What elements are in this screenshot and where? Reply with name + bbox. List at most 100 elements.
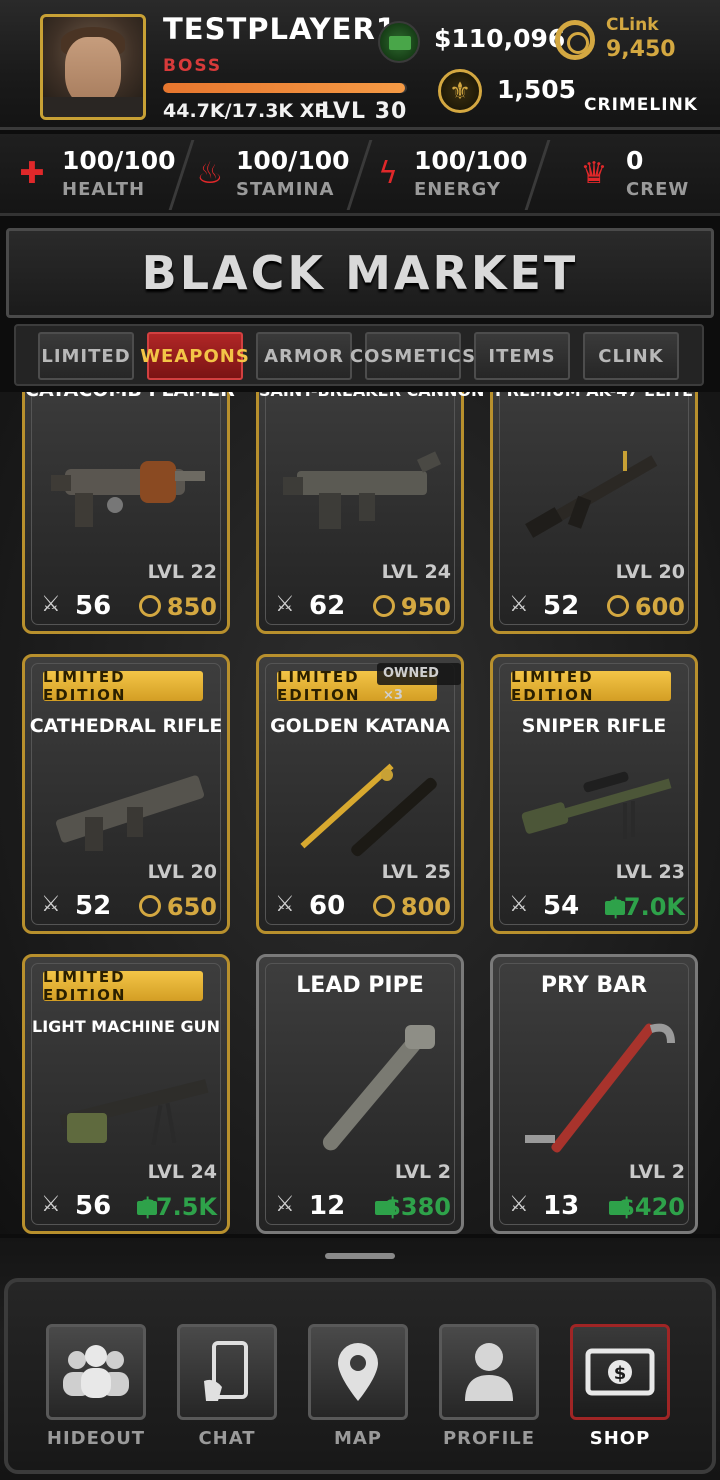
stat-value: 100/100 [414, 146, 528, 175]
nav-label: CHAT [198, 1428, 256, 1449]
item-name: PRY BAR [540, 973, 648, 998]
bottom-nav: HIDEOUT CHAT MAP PROFILE $ SHOP [0, 1238, 720, 1480]
item-price: 600 [634, 593, 685, 621]
stat-value: 100/100 [62, 146, 176, 175]
pipe-icon [322, 1025, 435, 1151]
clink-coin-icon [607, 595, 629, 617]
owned-count-badge: OWNED ×3 [377, 663, 461, 703]
crossed-swords-icon: ⚔ [509, 892, 529, 917]
rifle-icon [56, 775, 204, 851]
flame-icon: ♨ [196, 156, 224, 191]
item-level: LVL 24 [147, 1161, 217, 1183]
xp-progress-bar [163, 83, 407, 93]
item-card-saint-breaker-cannon[interactable]: SAINT-BREAKER CANNON LVL 24 ⚔ 62 950 [256, 392, 484, 634]
stat-value: 100/100 [236, 146, 350, 175]
xp-progress-fill [163, 83, 405, 93]
tab-weapons[interactable]: WEAPONS [140, 332, 249, 380]
health-cross-icon: ✚ [19, 156, 45, 191]
clink-coin-icon [373, 895, 395, 917]
tab-limited[interactable]: LIMITED [38, 332, 134, 380]
sniper-rifle-icon [521, 771, 672, 839]
player-name: TESTPLAYER1 [163, 12, 397, 46]
nav-hideout[interactable]: HIDEOUT [46, 1324, 150, 1474]
nav-button-box [439, 1324, 539, 1420]
tab-cosmetics[interactable]: COSMETICS [350, 332, 475, 380]
cannon-rifle-icon [283, 451, 442, 529]
item-price: 650 [166, 893, 217, 921]
item-level: LVL 2 [628, 1161, 685, 1183]
item-card-light-machine-gun[interactable]: LIMITED EDITION LIGHT MACHINE GUN LVL 24… [22, 954, 230, 1234]
item-name: CATHEDRAL RIFLE [29, 715, 223, 737]
flamethrower-icon [51, 461, 205, 527]
svg-text:$: $ [614, 1363, 627, 1384]
lightning-icon: ϟ [378, 156, 398, 191]
item-attack: 56 [75, 591, 112, 621]
stat-label: HEALTH [62, 179, 146, 200]
nav-shop[interactable]: $ SHOP [570, 1324, 674, 1474]
item-card-catacomb-flamer[interactable]: CATACOMB FLAMER LVL 22 ⚔ 56 850 [22, 392, 235, 634]
tab-items[interactable]: ITEMS [474, 332, 570, 380]
page-title: BLACK MARKET [141, 246, 579, 300]
assault-rifle-icon [525, 451, 658, 538]
crossed-swords-icon: ⚔ [275, 592, 295, 617]
item-attack: 56 [75, 1191, 112, 1221]
item-attack: 52 [75, 891, 112, 921]
item-card-lead-pipe[interactable]: LEAD PIPE LVL 2 ⚔ 12 $380 [256, 954, 464, 1234]
nav-label: PROFILE [442, 1428, 536, 1449]
crossed-swords-icon: ⚔ [275, 1192, 295, 1217]
item-price: 800 [400, 893, 451, 921]
crossed-swords-icon: ⚔ [509, 1192, 529, 1217]
item-attack: 13 [543, 1191, 580, 1221]
crimelink-button[interactable]: CRIMELINK [584, 95, 698, 115]
item-level: LVL 25 [381, 861, 451, 883]
nav-button-box [177, 1324, 277, 1420]
item-card-cathedral-rifle[interactable]: LIMITED EDITION CATHEDRAL RIFLE LVL 20 ⚔… [22, 654, 230, 934]
nav-button-box: $ [570, 1324, 670, 1420]
nav-label: MAP [333, 1428, 383, 1449]
fleur-de-lis-icon: ⚜ [438, 69, 482, 113]
stat-crew[interactable]: ♛ 0 CREW [576, 134, 706, 216]
nav-label: SHOP [589, 1428, 651, 1449]
avatar-shirt [43, 97, 143, 117]
player-rank: BOSS [163, 56, 223, 76]
crew-silhouette-icon [63, 1345, 129, 1398]
stat-health[interactable]: ✚ 100/100 HEALTH [14, 134, 184, 216]
stat-stamina[interactable]: ♨ 100/100 STAMINA [192, 134, 362, 216]
katana-icon [300, 763, 437, 857]
item-card-sniper-rifle[interactable]: LIMITED EDITION SNIPER RIFLE LVL 23 ⚔ 54… [490, 654, 698, 934]
limited-edition-badge: LIMITED EDITION [511, 668, 671, 704]
item-price: $420 [618, 1193, 685, 1221]
drawer-handle[interactable] [325, 1253, 395, 1259]
item-card-premium-ak47-elite[interactable]: PREMIUM AK-47 ELITE LVL 20 ⚔ 52 600 [490, 392, 698, 634]
item-level: LVL 23 [615, 861, 685, 883]
crossed-swords-icon: ⚔ [509, 592, 529, 617]
crown-icon: ♛ [580, 156, 608, 191]
item-attack: 60 [309, 891, 346, 921]
nav-map[interactable]: MAP [308, 1324, 412, 1474]
crowbar-icon [525, 1023, 675, 1153]
nav-chat[interactable]: CHAT [177, 1324, 281, 1474]
stat-energy[interactable]: ϟ 100/100 ENERGY [370, 134, 540, 216]
machine-gun-icon [59, 1079, 209, 1146]
stat-label: STAMINA [236, 179, 335, 200]
item-level: LVL 24 [381, 561, 451, 583]
cash-bill-icon: $ [585, 1348, 655, 1396]
item-name: SNIPER RIFLE [521, 715, 667, 737]
category-tabs: LIMITED WEAPONS ARMOR COSMETICS ITEMS CL… [14, 324, 704, 386]
crossed-swords-icon: ⚔ [275, 892, 295, 917]
clink-value: 9,450 [606, 37, 676, 62]
nav-profile[interactable]: PROFILE [439, 1324, 543, 1474]
item-price: 850 [166, 593, 217, 621]
item-card-pry-bar[interactable]: PRY BAR LVL 2 ⚔ 13 $420 [490, 954, 698, 1234]
cash-value: $110,096 [434, 24, 566, 53]
item-attack: 52 [543, 591, 580, 621]
item-attack: 54 [543, 891, 580, 921]
phone-hand-icon [204, 1341, 248, 1401]
tab-armor[interactable]: ARMOR [256, 332, 352, 380]
tab-clink[interactable]: CLINK [583, 332, 679, 380]
stat-label: ENERGY [414, 179, 501, 200]
cash-stack-icon [378, 21, 420, 63]
item-price: $380 [384, 1193, 451, 1221]
player-avatar[interactable] [40, 14, 146, 120]
item-card-golden-katana[interactable]: LIMITED EDITION OWNED ×3 GOLDEN KATANA L… [256, 654, 464, 934]
